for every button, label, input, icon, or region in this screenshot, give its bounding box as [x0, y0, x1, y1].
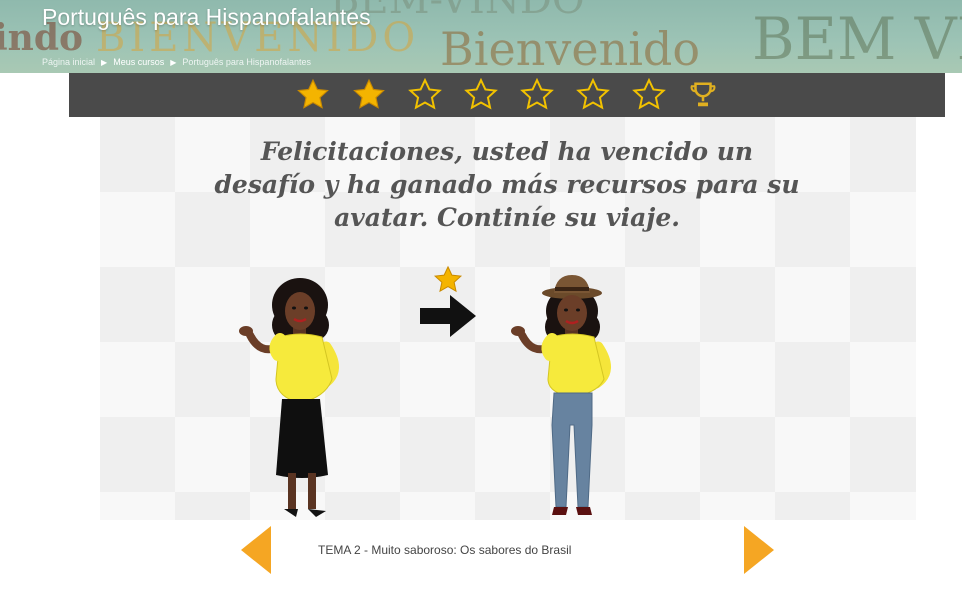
breadcrumb-home-link[interactable]: Página inicial — [42, 57, 95, 67]
breadcrumb-course-link[interactable]: Português para Hispanofalantes — [182, 57, 311, 67]
avatar-before — [239, 278, 339, 517]
course-header-banner: BEM-VINDO indo BIENVENIDO Bienvenido BEM… — [0, 0, 962, 73]
star-empty-icon — [464, 78, 498, 110]
page-title: Português para Hispanofalantes — [42, 4, 371, 30]
breadcrumb-separator-icon: ▶ — [170, 57, 177, 67]
reward-star-icon — [433, 265, 463, 293]
avatar-after — [511, 275, 611, 515]
congratulations-message: Felicitaciones, usted ha vencido un desa… — [214, 137, 800, 232]
breadcrumb-my-courses-link[interactable]: Meus cursos — [113, 57, 164, 67]
arrow-right-icon — [420, 295, 476, 337]
star-empty-icon — [520, 78, 554, 110]
star-empty-icon — [408, 78, 442, 110]
next-button[interactable] — [744, 526, 774, 574]
banner-decoration: Bienvenido — [440, 22, 701, 73]
breadcrumb-separator-icon: ▶ — [101, 57, 108, 67]
reward-slide: Felicitaciones, usted ha vencido un desa… — [100, 117, 916, 520]
trophy-icon — [690, 82, 716, 107]
star-empty-icon — [576, 78, 610, 110]
star-filled-icon — [297, 78, 329, 109]
star-filled-icon — [353, 78, 385, 109]
star-empty-icon — [632, 78, 666, 110]
banner-decoration: BEM VIN — [752, 5, 962, 73]
previous-button[interactable] — [241, 526, 271, 574]
chevron-left-icon — [241, 526, 271, 574]
challenge-progress-bar — [69, 73, 945, 117]
topic-label: TEMA 2 - Muito saboroso: Os sabores do B… — [318, 543, 572, 557]
chevron-right-icon — [744, 526, 774, 574]
breadcrumb: Página inicial ▶ Meus cursos ▶ Português… — [42, 57, 311, 67]
